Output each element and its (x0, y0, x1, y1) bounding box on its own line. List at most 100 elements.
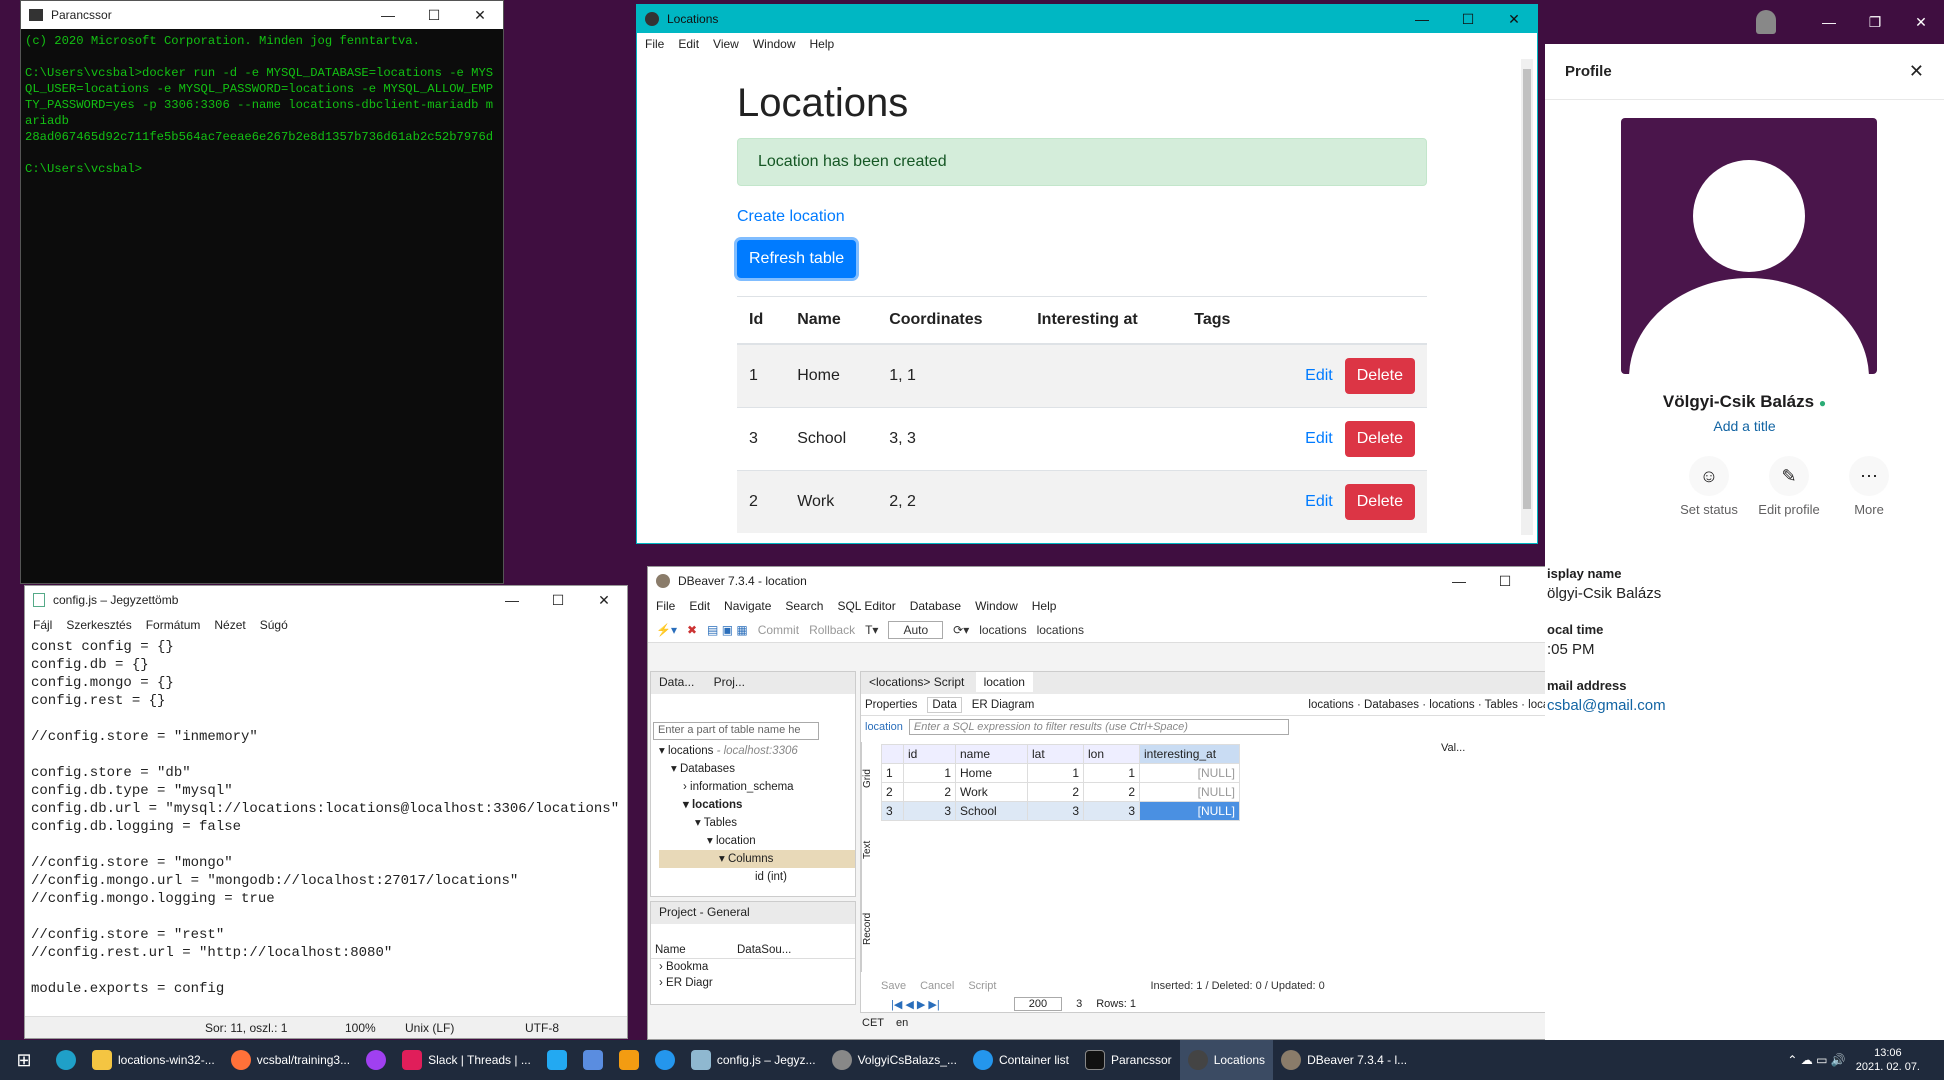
edit-profile-button[interactable]: ✎ Edit profile (1749, 456, 1829, 517)
table-filter-input[interactable]: Enter a part of table name he (653, 722, 819, 740)
menu-help[interactable]: Help (1032, 599, 1057, 613)
email-link[interactable]: csbal@gmail.com (1547, 696, 1666, 716)
clock[interactable]: 13:06 2021. 02. 07. (1856, 1046, 1944, 1074)
edit-link[interactable]: Edit (1305, 367, 1333, 384)
save-button[interactable]: Save (881, 980, 906, 992)
minimize-icon[interactable]: — (489, 586, 535, 614)
close-icon[interactable]: ✕ (581, 586, 627, 614)
taskbar-item-firefox[interactable]: vcsbal/training3... (223, 1040, 358, 1080)
grid-row[interactable]: 3 3 School 3 3 [NULL] (881, 801, 1240, 821)
menu-edit[interactable]: Edit (689, 599, 710, 613)
tab-er-diagram[interactable]: ER Diagram (972, 699, 1035, 711)
cmd-window[interactable]: Parancssor — ☐ ✕ (c) 2020 Microsoft Corpor… (20, 0, 504, 584)
create-location-link[interactable]: Create location (737, 208, 1427, 226)
close-icon[interactable]: ✕ (1491, 5, 1537, 33)
edit-link[interactable]: Edit (1305, 430, 1333, 447)
menu-sql-editor[interactable]: SQL Editor (837, 599, 895, 613)
menu-file[interactable]: Fájl (33, 618, 52, 632)
tree-columns[interactable]: ▾ Columns (659, 850, 855, 868)
taskbar-item-locations[interactable]: Locations (1179, 1040, 1274, 1080)
tree-databases[interactable]: ▾ Databases (659, 760, 855, 778)
record-view-tab[interactable]: Record (862, 913, 877, 945)
delete-button[interactable]: Delete (1344, 420, 1415, 457)
notepad-editor[interactable]: const config = {} config.db = {} config.… (25, 636, 627, 996)
vscode-icon[interactable] (539, 1040, 575, 1080)
text-view-tab[interactable]: Text (862, 841, 877, 859)
nav-first-icon[interactable]: |◀ ◀ ▶ ▶| (891, 998, 940, 1011)
more-button[interactable]: ⋯ More (1829, 456, 1909, 517)
col-header-lat[interactable]: lat (1027, 744, 1084, 764)
taskbar-item-dbeaver[interactable]: DBeaver 7.3.4 - l... (1273, 1040, 1415, 1080)
menu-file[interactable]: File (656, 599, 675, 613)
scrollbar[interactable] (1521, 59, 1533, 535)
cancel-button[interactable]: Cancel (920, 980, 954, 992)
tab-project-general[interactable]: Project - General (651, 902, 758, 922)
edge-icon[interactable] (48, 1040, 84, 1080)
datasource-select[interactable]: locations (979, 623, 1026, 637)
menu-edit[interactable]: Edit (678, 37, 699, 51)
menu-view[interactable]: View (713, 37, 739, 51)
fetch-size-input[interactable]: 200 (1013, 997, 1063, 1011)
locations-titlebar[interactable]: Locations — ☐ ✕ (637, 5, 1537, 33)
tab-script[interactable]: <locations> Script (861, 672, 972, 692)
minimize-icon[interactable]: — (1399, 5, 1445, 33)
commit-button[interactable]: Commit (758, 623, 799, 637)
set-status-button[interactable]: ☺ Set status (1669, 456, 1749, 517)
taskbar-item-notepad[interactable]: config.js – Jegyz... (683, 1040, 824, 1080)
maximize-icon[interactable]: ☐ (1445, 5, 1491, 33)
history-icon[interactable]: ⟳▾ (953, 623, 969, 637)
minimize-icon[interactable]: — (1806, 8, 1852, 36)
network-icon[interactable] (575, 1040, 611, 1080)
menu-help[interactable]: Súgó (260, 618, 288, 632)
grid-row[interactable]: 2 2 Work 2 2 [NULL] (881, 782, 1240, 802)
tree-information-schema[interactable]: › information_schema (659, 778, 855, 796)
menu-database[interactable]: Database (910, 599, 961, 613)
connect-icon[interactable]: ⚡▾ (656, 623, 677, 637)
refresh-table-button[interactable]: Refresh table (737, 240, 857, 278)
tab-data-navigator[interactable]: Data... (651, 672, 702, 692)
maximize-icon[interactable]: ☐ (411, 1, 457, 29)
transaction-mode-icon[interactable]: T▾ (865, 623, 878, 637)
tab-projects[interactable]: Proj... (706, 672, 753, 692)
tree-connection[interactable]: ▾ locations - localhost:3306 (659, 742, 855, 760)
cmd-output[interactable]: (c) 2020 Microsoft Corporation. Minden j… (21, 29, 503, 181)
maximize-icon[interactable]: ❐ (1852, 8, 1898, 36)
menu-file[interactable]: File (645, 37, 664, 51)
delete-button[interactable]: Delete (1344, 357, 1415, 394)
schema-select[interactable]: locations (1037, 623, 1084, 637)
tree-er-diagrams[interactable]: › ER Diagr (659, 975, 855, 991)
add-title-link[interactable]: Add a title (1545, 418, 1944, 434)
col-header-lon[interactable]: lon (1083, 744, 1140, 764)
minimize-icon[interactable]: — (365, 1, 411, 29)
tree-locations-db[interactable]: ▾ locations (659, 796, 855, 814)
tree-table-location[interactable]: ▾ location (659, 832, 855, 850)
auto-commit-select[interactable]: Auto (888, 620, 944, 639)
close-icon[interactable]: ✕ (1898, 8, 1944, 36)
app-icon[interactable] (611, 1040, 647, 1080)
taskbar-item-explorer[interactable]: locations-win32-... (84, 1040, 223, 1080)
menu-edit[interactable]: Szerkesztés (66, 618, 131, 632)
grid-view-tab[interactable]: Grid (862, 769, 877, 788)
menu-help[interactable]: Help (810, 37, 835, 51)
notepad-titlebar[interactable]: config.js – Jegyzettömb — ☐ ✕ (25, 586, 627, 614)
script-button[interactable]: Script (968, 980, 996, 992)
taskbar-item-cmd[interactable]: Parancssor (1077, 1040, 1180, 1080)
close-icon[interactable]: ✕ (457, 1, 503, 29)
sql-filter-input[interactable]: Enter a SQL expression to filter results… (908, 719, 1289, 735)
menu-window[interactable]: Window (753, 37, 796, 51)
user-avatar-icon[interactable] (1756, 10, 1776, 34)
system-tray-icons[interactable]: ⌃ ☁ ▭ 🔊 (1787, 1053, 1855, 1067)
tree-column-id[interactable]: id (int) (659, 868, 855, 886)
close-icon[interactable]: ✕ (1909, 61, 1924, 82)
tab-properties[interactable]: Properties (865, 699, 917, 711)
col-header-interesting-at[interactable]: interesting_at (1139, 744, 1240, 764)
disconnect-icon[interactable]: ✖ (687, 623, 697, 637)
taskbar-item-github[interactable]: VolgyiCsBalazs_... (824, 1040, 965, 1080)
value-panel-tab[interactable]: Val... (1441, 742, 1551, 762)
col-header-id[interactable]: id (903, 744, 956, 764)
minimize-icon[interactable]: — (1436, 567, 1482, 595)
menu-window[interactable]: Window (975, 599, 1018, 613)
tree-bookmarks[interactable]: › Bookma (659, 959, 855, 975)
dbeaver-window[interactable]: DBeaver 7.3.4 - location —☐✕ File Edit N… (647, 566, 1575, 1040)
cmd-titlebar[interactable]: Parancssor — ☐ ✕ (21, 1, 503, 29)
